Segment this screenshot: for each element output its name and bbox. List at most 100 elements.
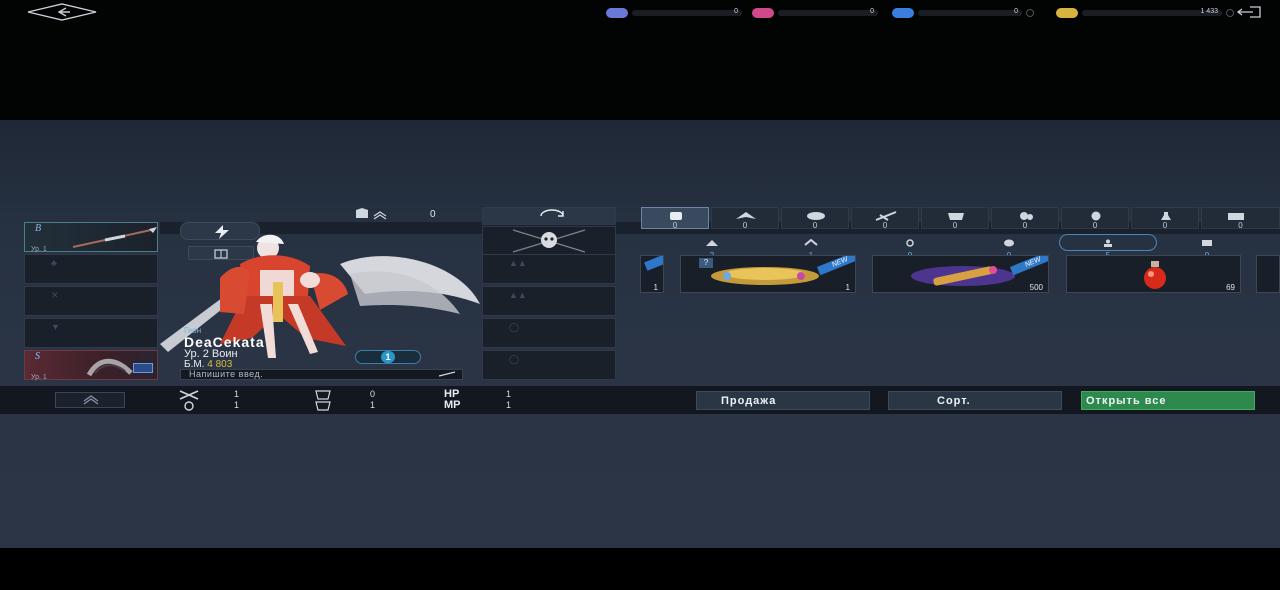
ring-slot-1[interactable]: ◯ [482, 318, 616, 348]
add-adena-button[interactable] [1226, 9, 1234, 17]
weapon-icon [875, 211, 897, 221]
crit-value: 1 [234, 400, 240, 410]
armor-set-icon [356, 208, 387, 220]
armor-grade: S [35, 351, 40, 362]
earring-slot[interactable]: ▲▲ [482, 254, 616, 284]
currency-value: 1 433 [1200, 8, 1218, 15]
character-info: Геон DeaCekata Ур. 2 Воин Б.М. 4 803 [184, 326, 265, 370]
currency-pink-gem[interactable]: 0 [752, 8, 878, 18]
pink-gem-icon [752, 8, 774, 18]
category-tab-wings[interactable]: 0 [711, 207, 779, 230]
category-tab-weapon[interactable]: 0 [851, 207, 919, 230]
potion-icon [1161, 212, 1171, 220]
attack-value: 1 [234, 389, 240, 399]
crit-icon [184, 401, 194, 411]
golden-chest-icon [711, 267, 819, 285]
crest-icon [807, 212, 825, 220]
boots-slot[interactable]: ▼ [24, 318, 158, 348]
currency-value: 0 [1014, 8, 1018, 15]
collapse-button[interactable] [55, 392, 125, 408]
category-count: 0 [1162, 221, 1168, 230]
ring-sub-icon [906, 239, 914, 247]
category-count: 0 [952, 221, 958, 230]
magic-defense-value: 1 [370, 400, 376, 410]
note-placeholder: Напишите введ. [189, 369, 264, 379]
blue-gem-icon [606, 8, 628, 18]
necklace-slot[interactable]: ▲▲ [482, 286, 616, 316]
category-count: 0 [882, 221, 888, 230]
armor-level: Ур. 1 [31, 374, 47, 381]
wing-sub-icon [804, 238, 818, 246]
sub-tab-helmet[interactable]: 2 [699, 234, 725, 260]
physical-defense-icon [315, 390, 331, 400]
crest-slot[interactable] [482, 226, 616, 256]
figure-sub-icon [1104, 239, 1112, 247]
sub-tab-wing[interactable]: 1 [798, 234, 824, 260]
gloves-slot[interactable]: ✕ [24, 286, 158, 316]
category-tab-pet[interactable]: 0 [991, 207, 1059, 230]
boots-placeholder-icon: ▼ [51, 322, 60, 332]
sort-label: Сорт. [937, 395, 971, 407]
mp-value: 1 [506, 400, 512, 410]
category-tab-chest[interactable]: 0 [1201, 207, 1280, 230]
item-quantity: 1 [845, 283, 850, 292]
item-slot-partial-left[interactable]: 1 [640, 255, 664, 293]
armor-icon [948, 213, 964, 220]
sort-button[interactable]: Сорт. [888, 391, 1062, 410]
currency-value: 0 [734, 8, 738, 15]
category-count: 0 [812, 221, 818, 230]
item-quantity: 500 [1029, 283, 1043, 292]
item-slot-partial-right[interactable] [1256, 255, 1280, 293]
item-slot-purple-scroll[interactable]: NEW 500 [872, 255, 1049, 293]
weapon-level: Ур. 1 [31, 246, 47, 253]
wings-icon [736, 212, 756, 219]
helmet-sub-icon [706, 240, 718, 246]
purple-scroll-icon [911, 266, 1015, 286]
ring-placeholder-icon: ◯ [509, 354, 520, 364]
sell-button[interactable]: Продажа [696, 391, 870, 410]
blue-crystal-icon [892, 8, 914, 18]
mp-label: MP [444, 399, 461, 411]
ring-slot-2[interactable]: ◯ [482, 350, 616, 380]
currency-blue-crystal[interactable]: 0 [892, 8, 1034, 18]
back-button[interactable] [26, 3, 98, 21]
category-count: 0 [1238, 221, 1243, 230]
sub-tab-gem[interactable]: 0 [996, 234, 1022, 260]
pen-icon[interactable] [438, 371, 456, 377]
currency-adena[interactable]: 1 433 [1056, 8, 1234, 18]
physical-defense-value: 0 [370, 389, 376, 399]
enchant-badge [133, 363, 153, 373]
item-quantity: 1 [653, 283, 658, 292]
adena-coin-icon [1056, 8, 1078, 18]
sub-tab-book[interactable]: 0 [1194, 234, 1220, 260]
open-all-button[interactable]: Открыть все [1081, 391, 1255, 410]
book-sub-icon [1202, 240, 1212, 246]
category-tab-potion[interactable]: 0 [1131, 207, 1199, 230]
weapon-slot[interactable]: B Ур. 1 [24, 222, 158, 253]
item-slot-red-potion[interactable]: 69 [1066, 255, 1241, 293]
back-arrow-icon [27, 3, 97, 21]
category-tab-armor[interactable]: 0 [921, 207, 989, 230]
exit-door-icon[interactable] [1236, 6, 1262, 18]
level-badge-value: 1 [381, 351, 395, 363]
category-count: 0 [672, 221, 678, 230]
sub-tab-ring[interactable]: 0 [897, 234, 923, 260]
spear-icon [72, 227, 157, 248]
sell-label: Продажа [721, 395, 777, 407]
add-currency-button[interactable] [1026, 9, 1034, 17]
category-tab-bag[interactable]: 0 [641, 207, 709, 230]
new-ribbon: NEW [1009, 256, 1048, 276]
armor-slot[interactable]: S Ур. 1 [24, 350, 158, 381]
category-tab-crest[interactable]: 0 [781, 207, 849, 230]
category-tab-skull[interactable]: 0 [1061, 207, 1129, 230]
sub-tab-figure[interactable]: 5 [1095, 234, 1121, 260]
refresh-tab[interactable] [482, 207, 616, 225]
item-slot-golden-chest[interactable]: ? NEW 1 [680, 255, 856, 293]
character-name: DeaCekata [184, 334, 265, 350]
skull-icon [1091, 211, 1101, 221]
character-note-input[interactable]: Напишите введ. [180, 369, 463, 380]
currency-track: 1 433 [1082, 8, 1222, 16]
currency-blue-gem[interactable]: 0 [606, 8, 742, 18]
helmet-slot[interactable]: ♣ [24, 254, 158, 284]
level-badge[interactable]: 1 [355, 350, 421, 364]
